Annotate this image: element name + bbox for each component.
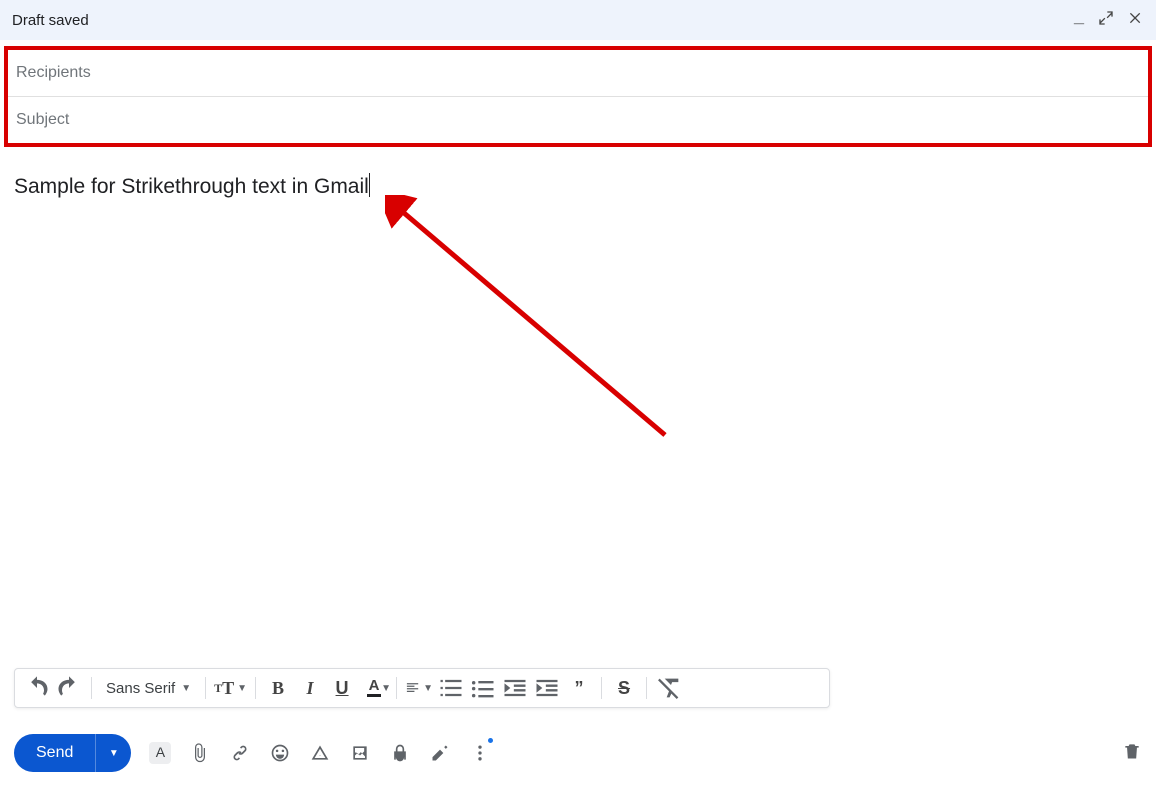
remove-formatting-icon[interactable] bbox=[655, 674, 683, 702]
compose-body[interactable]: Sample for Strikethrough text in Gmail bbox=[0, 147, 1156, 199]
recipients-input[interactable] bbox=[8, 50, 1148, 96]
font-size-icon[interactable]: TT▼ bbox=[214, 674, 247, 702]
annotation-arrow bbox=[385, 195, 685, 455]
redo-icon[interactable] bbox=[55, 674, 83, 702]
send-button[interactable]: Send bbox=[14, 734, 95, 772]
subject-input[interactable] bbox=[8, 97, 1148, 143]
image-icon[interactable] bbox=[349, 742, 371, 764]
numbered-list-icon[interactable] bbox=[437, 674, 465, 702]
align-icon[interactable]: ▼ bbox=[405, 674, 433, 702]
compose-title: Draft saved bbox=[12, 12, 89, 29]
font-family-label: Sans Serif bbox=[106, 680, 175, 697]
drive-icon[interactable] bbox=[309, 742, 331, 764]
header-fields-highlight bbox=[4, 46, 1152, 147]
underline-icon[interactable]: U bbox=[328, 674, 356, 702]
strikethrough-icon[interactable]: S bbox=[610, 674, 638, 702]
font-family-select[interactable]: Sans Serif ▼ bbox=[100, 680, 197, 697]
italic-icon[interactable]: I bbox=[296, 674, 324, 702]
link-icon[interactable] bbox=[229, 742, 251, 764]
send-options-button[interactable]: ▼ bbox=[95, 734, 131, 772]
attach-icon[interactable] bbox=[189, 742, 211, 764]
bulleted-list-icon[interactable] bbox=[469, 674, 497, 702]
emoji-icon[interactable] bbox=[269, 742, 291, 764]
window-actions: _ bbox=[1074, 10, 1144, 31]
close-icon[interactable] bbox=[1128, 10, 1144, 26]
text-color-icon[interactable]: A▼ bbox=[360, 674, 388, 702]
minimize-icon[interactable]: _ bbox=[1074, 6, 1084, 27]
popout-icon[interactable] bbox=[1098, 10, 1114, 26]
body-text: Sample for Strikethrough text in Gmail bbox=[14, 175, 369, 199]
chevron-down-icon: ▼ bbox=[181, 683, 191, 694]
compose-header: Draft saved _ bbox=[0, 0, 1156, 40]
quote-icon[interactable]: ” bbox=[565, 674, 593, 702]
discard-icon[interactable] bbox=[1122, 741, 1142, 766]
signature-icon[interactable] bbox=[429, 742, 451, 764]
compose-footer: Send ▼ A bbox=[14, 734, 1142, 772]
indent-increase-icon[interactable] bbox=[533, 674, 561, 702]
indent-decrease-icon[interactable] bbox=[501, 674, 529, 702]
more-options-icon[interactable] bbox=[469, 742, 491, 764]
bottom-toolbar: A bbox=[149, 742, 491, 764]
confidential-icon[interactable] bbox=[389, 742, 411, 764]
text-cursor bbox=[369, 173, 370, 197]
formatting-toolbar: Sans Serif ▼ TT▼ B I U A▼ ▼ ” S bbox=[14, 668, 830, 708]
bold-icon[interactable]: B bbox=[264, 674, 292, 702]
formatting-options-icon[interactable]: A bbox=[149, 742, 171, 764]
undo-icon[interactable] bbox=[23, 674, 51, 702]
send-button-group: Send ▼ bbox=[14, 734, 131, 772]
